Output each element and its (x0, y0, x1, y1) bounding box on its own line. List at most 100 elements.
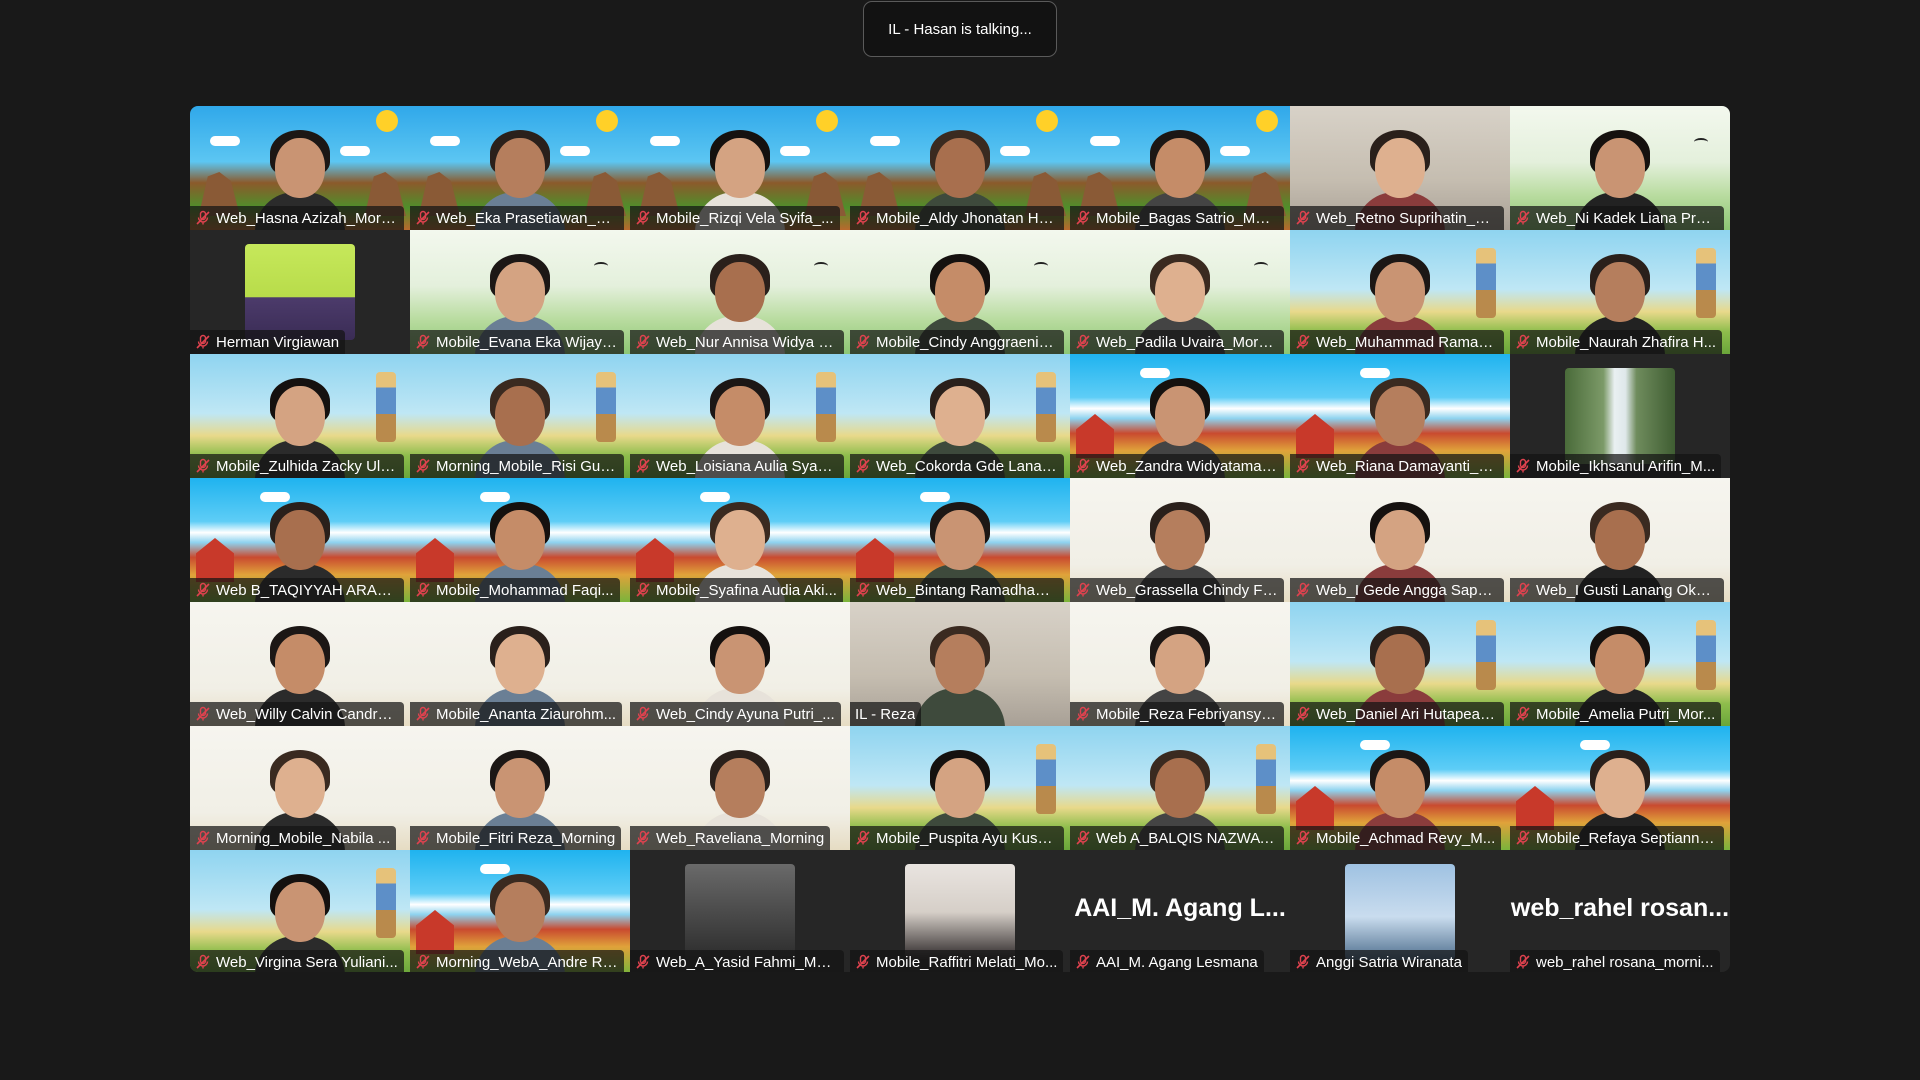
sun-graphic (1256, 110, 1278, 132)
participant-tile[interactable]: Mobile_Aldy Jhonatan Hu... (850, 106, 1070, 230)
mic-off-icon (856, 458, 870, 473)
participant-name-label: Mobile_Cindy Anggraeni_... (850, 330, 1064, 354)
participant-tile[interactable]: Web_Padila Uvaira_Morni... (1070, 230, 1290, 354)
participant-tile[interactable]: Mobile_Fitri Reza_Morning (410, 726, 630, 850)
profile-picture (1565, 368, 1675, 464)
participant-tile[interactable]: Web_Retno Suprihatin_M... (1290, 106, 1510, 230)
participant-name-label: Web A_BALQIS NAZWA K... (1070, 826, 1284, 850)
participant-tile[interactable]: Mobile_Bagas Satrio_Mor... (1070, 106, 1290, 230)
participant-name-label: Web_A_Yasid Fahmi_Mor... (630, 950, 844, 972)
participant-name: Mobile_Rizqi Vela Syifa_... (656, 209, 834, 227)
participant-tile[interactable]: Web_Grassella Chindy Fr... (1070, 478, 1290, 602)
participant-name-label: Herman Virgiawan (190, 330, 346, 354)
participant-name-label: Web_Riana Damayanti_M... (1290, 454, 1504, 478)
participant-tile[interactable]: Web_Nur Annisa Widya P... (630, 230, 850, 354)
participant-tile[interactable]: Mobile_Raffitri Melati_Mo... (850, 850, 1070, 972)
mic-off-icon (196, 954, 210, 969)
participant-name: Mobile_Naurah Zhafira H... (1536, 333, 1717, 351)
participant-name-label: Mobile_Bagas Satrio_Mor... (1070, 206, 1284, 230)
participant-tile[interactable]: Mobile_Refaya Septianno... (1510, 726, 1730, 850)
participant-tile[interactable]: Web_Daniel Ari Hutapea_... (1290, 602, 1510, 726)
participant-name-label: Web_Loisiana Aulia Syahi... (630, 454, 844, 478)
participant-tile[interactable]: Mobile_Ananta Ziaurohm... (410, 602, 630, 726)
participant-tile[interactable]: Mobile_Ikhsanul Arifin_M... (1510, 354, 1730, 478)
participant-tile[interactable]: web_rahel rosan... web_rahel rosana_morni… (1510, 850, 1730, 972)
participant-tile[interactable]: Web_Riana Damayanti_M... (1290, 354, 1510, 478)
profile-picture (905, 864, 1015, 960)
participant-tile[interactable]: Web_Eka Prasetiawan_M... (410, 106, 630, 230)
participant-name: Web_I Gusti Lanang Oka ... (1536, 581, 1718, 599)
participant-name: Web_Willy Calvin Candra ... (216, 705, 398, 723)
participant-tile[interactable]: Mobile_Amelia Putri_Mor... (1510, 602, 1730, 726)
participant-name-label: Web_Ni Kadek Liana Prati... (1510, 206, 1724, 230)
participant-tile[interactable]: Web_Ni Kadek Liana Prati... (1510, 106, 1730, 230)
active-speaker-banner: IL - Hasan is talking... (863, 1, 1057, 57)
participant-name-label: Mobile_Refaya Septianno... (1510, 826, 1724, 850)
participant-tile[interactable]: Web_Raveliana_Morning (630, 726, 850, 850)
participant-tile[interactable]: Mobile_Reza Febriyansya... (1070, 602, 1290, 726)
mic-off-icon (636, 458, 650, 473)
participant-tile[interactable]: Morning_WebA_Andre Ra... (410, 850, 630, 972)
participant-tile[interactable]: Web_Hasna Azizah_Morni... (190, 106, 410, 230)
participant-tile[interactable]: Web_Zandra Widyatamak... (1070, 354, 1290, 478)
mic-off-icon (1076, 954, 1090, 969)
participant-name: Web_Grassella Chindy Fr... (1096, 581, 1278, 599)
mic-off-icon (416, 334, 430, 349)
participant-tile[interactable]: Mobile_Naurah Zhafira H... (1510, 230, 1730, 354)
participant-tile[interactable]: Web B_TAQIYYAH ARAFA... (190, 478, 410, 602)
participant-tile[interactable]: Web_A_Yasid Fahmi_Mor... (630, 850, 850, 972)
participant-name: Mobile_Aldy Jhonatan Hu... (876, 209, 1058, 227)
participant-name: Mobile_Zulhida Zacky Ulc... (216, 457, 398, 475)
participant-tile[interactable]: Mobile_Puspita Ayu Kusu... (850, 726, 1070, 850)
participant-tile[interactable]: Mobile_Evana Eka Wijaya... (410, 230, 630, 354)
participant-name-label: Web_I Gede Angga Saput... (1290, 578, 1504, 602)
participant-name: Morning_Mobile_Risi Gus... (436, 457, 618, 475)
scarecrow-graphic (596, 372, 616, 442)
participant-name-label: Mobile_Zulhida Zacky Ulc... (190, 454, 404, 478)
participant-name-label: Mobile_Rizqi Vela Syifa_... (630, 206, 840, 230)
participant-tile[interactable]: Mobile_Cindy Anggraeni_... (850, 230, 1070, 354)
participant-tile[interactable]: Morning_Mobile_Nabila ... (190, 726, 410, 850)
barn-graphic (856, 538, 894, 582)
participant-name: Morning_Mobile_Nabila ... (216, 829, 391, 847)
mic-off-icon (636, 954, 650, 969)
participant-tile[interactable]: Anggi Satria Wiranata (1290, 850, 1510, 972)
participant-tile[interactable]: Mobile_Rizqi Vela Syifa_... (630, 106, 850, 230)
participant-tile[interactable]: Mobile_Syafina Audia Aki... (630, 478, 850, 602)
mic-off-icon (1516, 954, 1530, 969)
participant-tile[interactable]: Mobile_Zulhida Zacky Ulc... (190, 354, 410, 478)
participant-tile[interactable]: AAI_M. Agang L... AAI_M. Agang Lesmana (1070, 850, 1290, 972)
participant-tile[interactable]: Web_Bintang Ramadhan_... (850, 478, 1070, 602)
participant-tile[interactable]: IL - Reza (850, 602, 1070, 726)
mic-off-icon (1296, 334, 1310, 349)
participant-name: Web_Zandra Widyatamak... (1096, 457, 1278, 475)
participant-name: Herman Virgiawan (216, 333, 340, 351)
participant-name: Morning_WebA_Andre Ra... (436, 953, 618, 971)
participant-tile[interactable]: Web A_BALQIS NAZWA K... (1070, 726, 1290, 850)
mic-off-icon (856, 210, 870, 225)
participant-tile[interactable]: Web_Cindy Ayuna Putri_... (630, 602, 850, 726)
scarecrow-graphic (816, 372, 836, 442)
participant-tile[interactable]: Web_I Gede Angga Saput... (1290, 478, 1510, 602)
mic-off-icon (416, 582, 430, 597)
mic-off-icon (856, 582, 870, 597)
participant-tile[interactable]: Web_Cokorda Gde Lanan... (850, 354, 1070, 478)
cloud-graphic (430, 136, 460, 146)
participant-tile[interactable]: Web_Virgina Sera Yuliani... (190, 850, 410, 972)
mic-off-icon (416, 706, 430, 721)
participant-tile[interactable]: Herman Virgiawan (190, 230, 410, 354)
participant-tile[interactable]: Mobile_Achmad Revy_M... (1290, 726, 1510, 850)
participant-tile[interactable]: Mobile_Mohammad Faqi... (410, 478, 630, 602)
participant-tile[interactable]: Web_I Gusti Lanang Oka ... (1510, 478, 1730, 602)
participant-tile[interactable]: Web_Loisiana Aulia Syahi... (630, 354, 850, 478)
mic-off-icon (856, 830, 870, 845)
participant-tile[interactable]: Web_Willy Calvin Candra ... (190, 602, 410, 726)
participant-tile[interactable]: Morning_Mobile_Risi Gus... (410, 354, 630, 478)
participant-tile[interactable]: Web_Muhammad Ramad... (1290, 230, 1510, 354)
mic-off-icon (416, 954, 430, 969)
participant-name-label: Mobile_Naurah Zhafira H... (1510, 330, 1723, 354)
participant-name: Web_Nur Annisa Widya P... (656, 333, 838, 351)
mic-off-icon (1076, 334, 1090, 349)
participant-name-label: Web_Daniel Ari Hutapea_... (1290, 702, 1504, 726)
cloud-graphic (210, 136, 240, 146)
